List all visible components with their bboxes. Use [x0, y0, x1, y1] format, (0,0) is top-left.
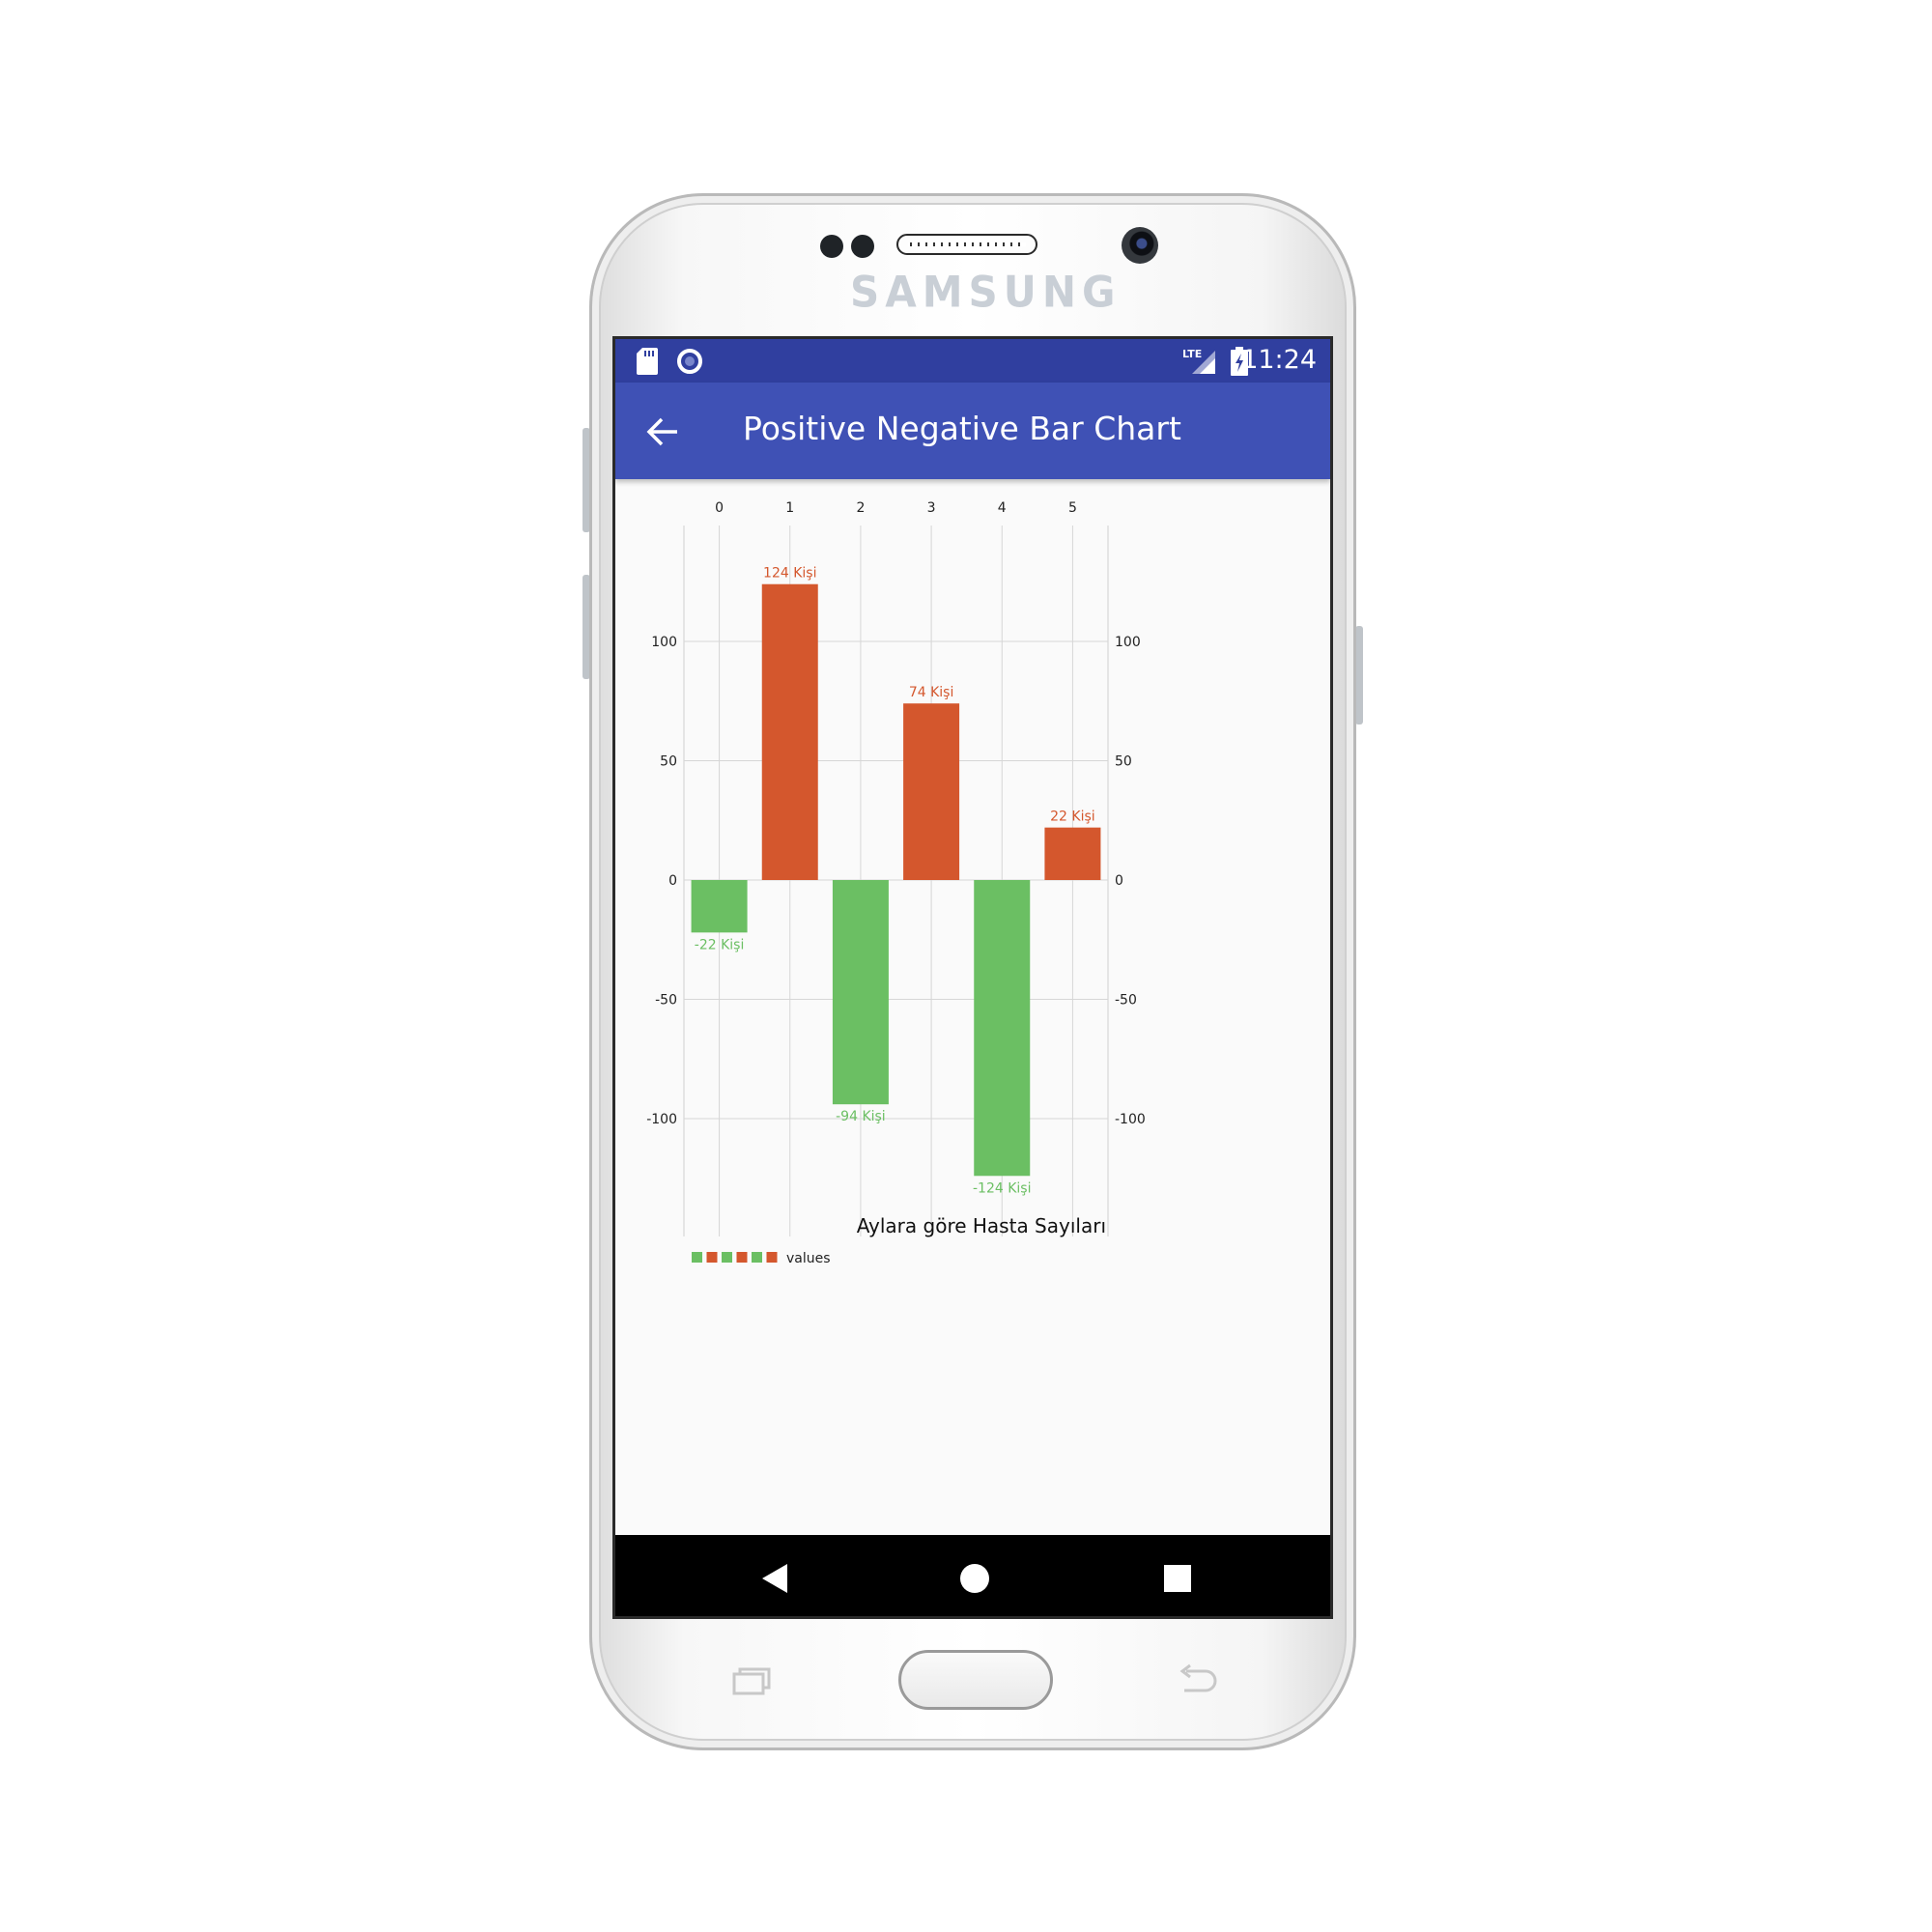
nav-home-icon[interactable]	[958, 1562, 991, 1595]
y-tick-label-left: -100	[646, 1112, 677, 1127]
legend-swatch	[736, 1252, 748, 1263]
chart-bar[interactable]	[903, 703, 960, 880]
legend-swatch	[766, 1252, 778, 1263]
lte-signal-icon: LTE	[1182, 348, 1215, 374]
status-bar: LTE 11:24	[615, 339, 1330, 383]
y-tick-label-left: 50	[660, 754, 677, 770]
nav-recents-icon[interactable]	[1161, 1562, 1194, 1595]
x-tick-label: 3	[927, 500, 936, 516]
bar-value-label: -94 Kişi	[836, 1109, 886, 1124]
bar-chart[interactable]: 100 100 50 50 0 0 -50 -50 -100 -100 0 1 2 3 4 5 -22 Kişi…	[615, 479, 1330, 1493]
chart-bar[interactable]	[832, 880, 889, 1105]
y-tick-label-right: 100	[1115, 635, 1141, 650]
app-bar: Positive Negative Bar Chart	[615, 383, 1330, 479]
front-camera	[1122, 227, 1158, 264]
y-tick-label-right: 0	[1115, 873, 1123, 889]
sd-card-icon	[637, 348, 658, 375]
legend-label: values	[786, 1251, 831, 1266]
x-tick-label: 5	[1068, 500, 1077, 516]
legend-swatch	[752, 1252, 762, 1263]
bar-value-label: -22 Kişi	[695, 937, 745, 952]
x-tick-label: 0	[715, 500, 724, 516]
hardware-back-icon[interactable]	[1177, 1663, 1219, 1698]
record-icon	[677, 349, 702, 374]
navigation-bar	[615, 1535, 1330, 1616]
hardware-recents-icon[interactable]	[732, 1666, 771, 1695]
network-type-label: LTE	[1182, 348, 1202, 360]
page-title: Positive Negative Bar Chart	[743, 410, 1181, 447]
y-tick-label-left: 100	[651, 635, 677, 650]
y-tick-label-right: -100	[1115, 1112, 1146, 1127]
sensor-dot	[851, 235, 874, 258]
y-tick-label-left: 0	[668, 873, 677, 889]
power-key	[1355, 626, 1363, 724]
earpiece-speaker	[896, 234, 1037, 255]
legend-swatch	[722, 1252, 732, 1263]
x-tick-label: 4	[998, 500, 1007, 516]
device-screen: LTE 11:24 Positive Negative Bar Chart 10…	[612, 336, 1333, 1619]
back-arrow-icon[interactable]	[646, 415, 679, 448]
bar-value-label: -124 Kişi	[973, 1180, 1031, 1196]
nav-back-icon[interactable]	[760, 1562, 793, 1595]
chart-bar[interactable]	[1044, 827, 1101, 880]
x-tick-label: 2	[856, 500, 865, 516]
status-time: 11:24	[1241, 345, 1317, 375]
x-tick-label: 1	[785, 500, 794, 516]
chart-bar[interactable]	[761, 583, 818, 880]
chart-bar[interactable]	[691, 880, 748, 933]
legend-swatch	[706, 1252, 718, 1263]
bar-value-label: 22 Kişi	[1050, 810, 1095, 825]
bar-value-label: 124 Kişi	[763, 566, 816, 582]
chart-bar[interactable]	[974, 880, 1031, 1177]
home-button[interactable]	[898, 1650, 1053, 1710]
bar-value-label: 74 Kişi	[909, 685, 954, 700]
sensor-dot	[820, 235, 843, 258]
legend-swatch	[692, 1252, 702, 1263]
chart-description: Aylara göre Hasta Sayıları	[857, 1214, 1106, 1237]
y-tick-label-right: -50	[1115, 993, 1137, 1009]
y-tick-label-right: 50	[1115, 754, 1132, 770]
y-tick-label-left: -50	[655, 993, 677, 1009]
brand-logo: SAMSUNG	[850, 267, 1122, 318]
